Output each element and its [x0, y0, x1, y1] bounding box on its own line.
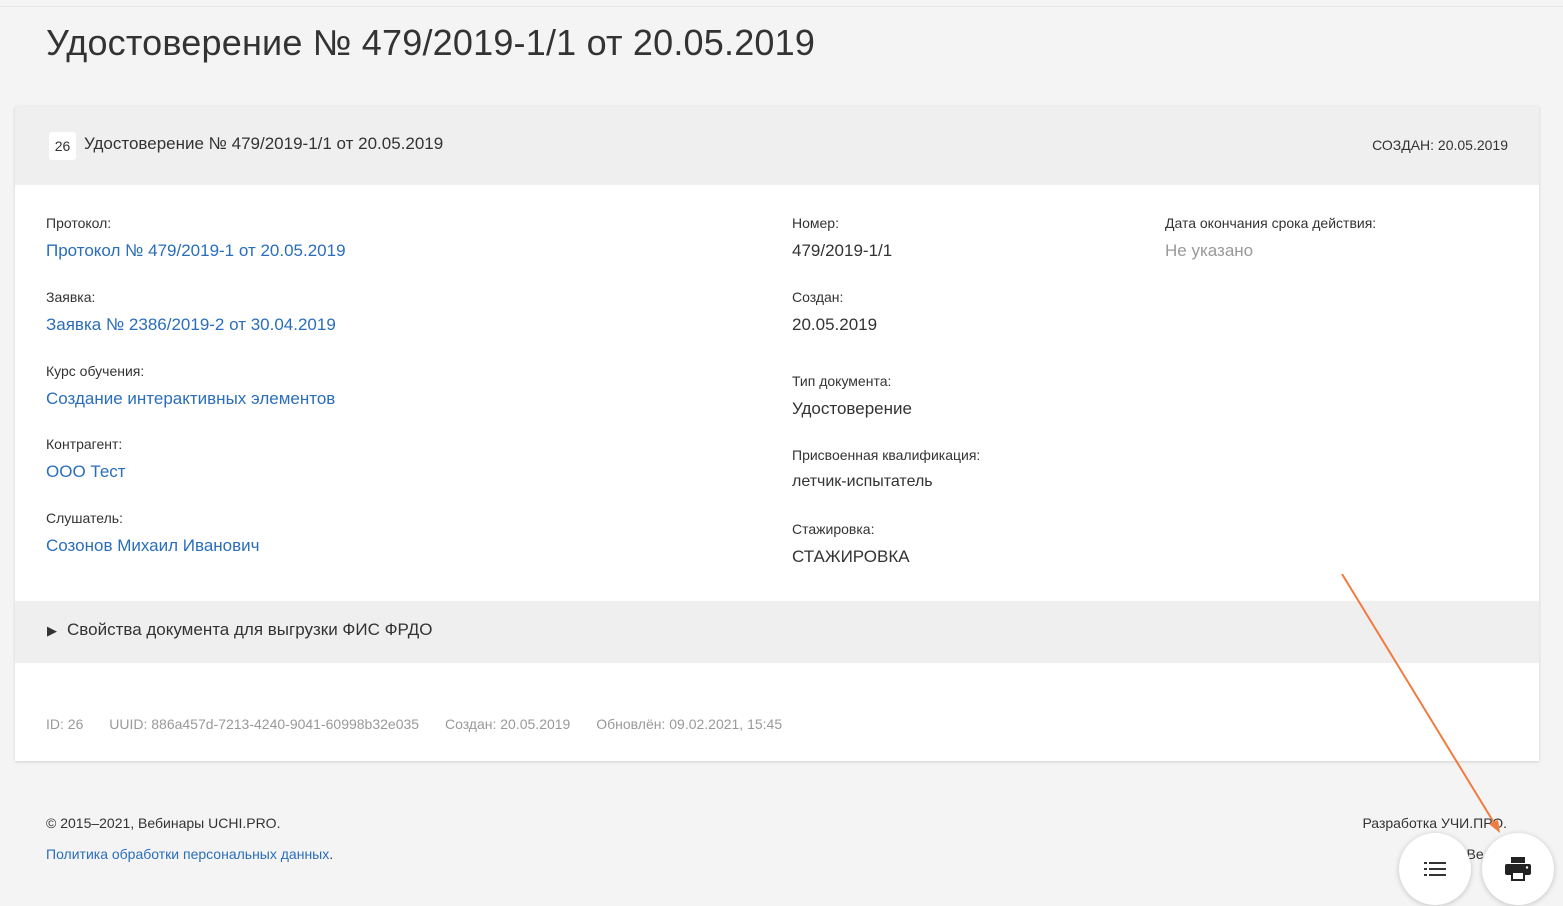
- internship-value: СТАЖИРОВКА: [792, 547, 910, 566]
- created-info: СОЗДАН: 20.05.2019: [1372, 137, 1508, 153]
- meta-updated: Обновлён: 09.02.2021, 15:45: [596, 716, 783, 732]
- application-link[interactable]: Заявка № 2386/2019-2 от 30.04.2019: [46, 315, 336, 335]
- id-badge: 26: [49, 132, 76, 160]
- field-label: Номер:: [792, 215, 839, 231]
- field-label: Слушатель:: [46, 510, 123, 526]
- footer-developer: Разработка УЧИ.ПРО.: [1362, 815, 1507, 831]
- field-student: Слушатель: Созонов Михаил Иванович: [46, 510, 260, 556]
- properties-toggle-label: Свойства документа для выгрузки ФИС ФРДО: [67, 620, 433, 639]
- field-label: Присвоенная квалификация:: [792, 447, 981, 463]
- print-button[interactable]: [1482, 833, 1554, 905]
- field-internship: Стажировка: СТАЖИРОВКА: [792, 521, 910, 567]
- card-title: Удостоверение № 479/2019-1/1 от 20.05.20…: [84, 134, 444, 153]
- field-label: Контрагент:: [46, 436, 123, 452]
- contractor-link[interactable]: ООО Тест: [46, 462, 126, 482]
- meta-id: ID: 26: [46, 716, 84, 732]
- printer-icon: [1505, 857, 1531, 881]
- protocol-link[interactable]: Протокол № 479/2019-1 от 20.05.2019: [46, 241, 346, 261]
- created-value: 20.05.2019: [1437, 137, 1508, 153]
- field-application: Заявка: Заявка № 2386/2019-2 от 30.04.20…: [46, 289, 336, 335]
- expand-triangle-icon: ▶: [47, 623, 57, 638]
- meta-created: Создан: 20.05.2019: [444, 716, 571, 732]
- field-protocol: Протокол: Протокол № 479/2019-1 от 20.05…: [46, 215, 346, 261]
- field-label: Протокол:: [46, 215, 112, 231]
- field-expiry-date: Дата окончания срока действия: Не указан…: [1165, 215, 1376, 261]
- document-card: 26 Удостоверение № 479/2019-1/1 от 20.05…: [15, 106, 1539, 761]
- field-course: Курс обучения: Создание интерактивных эл…: [46, 363, 335, 409]
- field-label: Стажировка:: [792, 521, 875, 537]
- doc-type-value: Удостоверение: [792, 399, 912, 418]
- top-divider: [0, 6, 1563, 7]
- record-meta: ID: 26 UUID: 886a457d-7213-4240-9041-609…: [46, 716, 804, 732]
- field-qualification: Присвоенная квалификация: летчик-испытат…: [792, 447, 980, 491]
- field-number: Номер: 479/2019-1/1: [792, 215, 892, 261]
- meta-uuid: UUID: 886a457d-7213-4240-9041-60998b32e0…: [109, 716, 420, 732]
- policy-dot: .: [329, 846, 334, 862]
- page-title: Удостоверение № 479/2019-1/1 от 20.05.20…: [46, 22, 816, 63]
- number-value: 479/2019-1/1: [792, 241, 893, 260]
- card-header: 26 Удостоверение № 479/2019-1/1 от 20.05…: [15, 106, 1539, 185]
- created-date-value: 20.05.2019: [792, 315, 878, 334]
- created-label: СОЗДАН:: [1372, 137, 1435, 153]
- field-label: Курс обучения:: [46, 363, 145, 379]
- field-contractor: Контрагент: ООО Тест: [46, 436, 126, 482]
- qualification-value: летчик-испытатель: [792, 473, 933, 490]
- list-button[interactable]: [1399, 833, 1471, 905]
- field-label: Заявка:: [46, 289, 96, 305]
- field-label: Дата окончания срока действия:: [1165, 215, 1377, 231]
- field-doc-type: Тип документа: Удостоверение: [792, 373, 912, 419]
- list-icon: [1424, 862, 1446, 876]
- privacy-policy-link[interactable]: Политика обработки персональных данных: [46, 846, 329, 862]
- field-label: Тип документа:: [792, 373, 892, 389]
- footer-copyright: © 2015–2021, Вебинары UCHI.PRO.: [46, 815, 281, 831]
- fis-frdo-properties-toggle[interactable]: ▶ Свойства документа для выгрузки ФИС ФР…: [15, 601, 1539, 663]
- footer-policy: Политика обработки персональных данных.: [46, 846, 333, 862]
- field-created: Создан: 20.05.2019: [792, 289, 877, 335]
- field-label: Создан:: [792, 289, 844, 305]
- expiry-date-value: Не указано: [1165, 241, 1254, 260]
- course-link[interactable]: Создание интерактивных элементов: [46, 389, 335, 409]
- student-link[interactable]: Созонов Михаил Иванович: [46, 536, 260, 556]
